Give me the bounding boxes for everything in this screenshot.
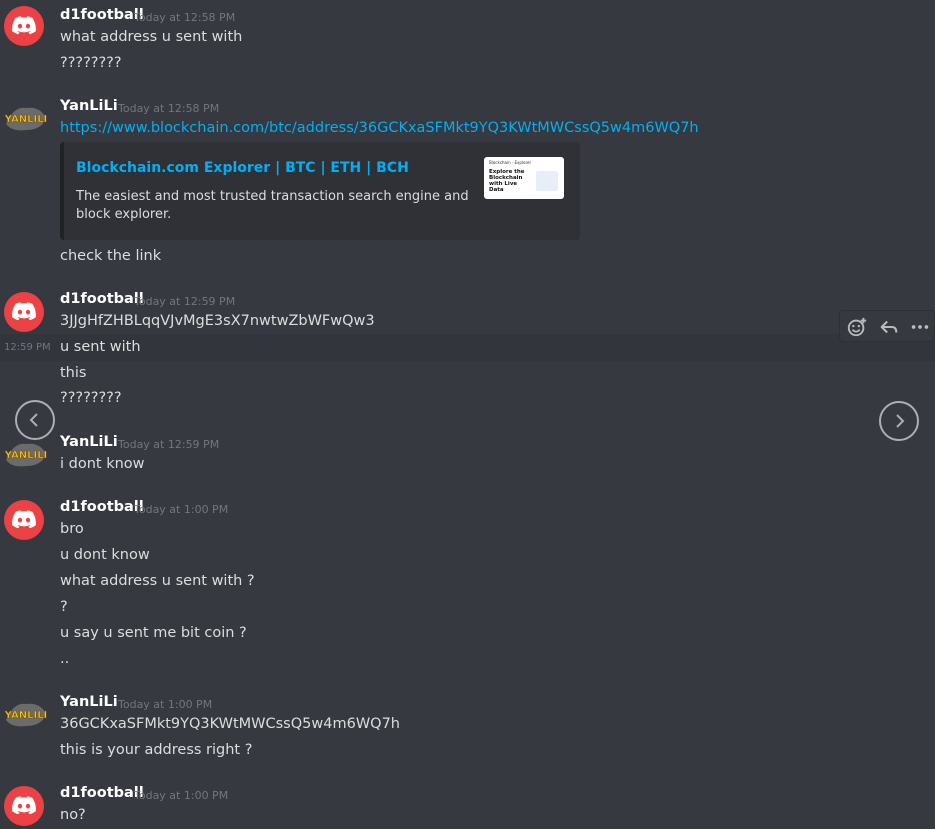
username[interactable]: d1football [60,785,144,801]
message-text: what address u sent with ? [60,573,255,589]
avatar-logo-text: YANLILI [4,710,47,721]
avatar[interactable] [4,6,44,46]
avatar[interactable]: YANLILI [3,100,48,134]
thumbnail-device-graphic [536,171,558,191]
discord-logo-icon [12,796,36,815]
discord-logo-icon [12,302,36,321]
message-text: bro [60,521,84,537]
thumbnail-headline: Explore the Blockchain with Live Data [489,169,525,193]
discord-logo-icon [12,510,36,529]
message-text: no? [60,807,86,823]
avatar[interactable] [4,500,44,540]
yanlili-avatar-image: YANLILI [3,443,48,467]
previous-button[interactable] [15,400,55,440]
username[interactable]: d1football [60,7,144,23]
reply-icon[interactable] [878,316,900,338]
embed-description: The easiest and most trusted transaction… [76,189,469,222]
avatar[interactable] [4,292,44,332]
username[interactable]: YanLiLi [60,694,118,710]
message-link[interactable]: https://www.blockchain.com/btc/address/3… [60,120,699,136]
add-reaction-icon[interactable] [846,316,868,338]
thumbnail-brand: Blockchain · Explorer [489,160,532,165]
message-text: this is your address right ? [60,742,253,758]
chevron-left-icon [29,413,38,427]
message-text: 3JJgHfZHBLqqVJvMgE3sX7nwtwZbWFwQw3 [60,313,375,329]
username[interactable]: YanLiLi [60,434,118,450]
message-timestamp: Today at 12:59 PM [134,295,236,308]
message-timestamp: Today at 12:58 PM [118,102,220,115]
message-timestamp: Today at 1:00 PM [134,503,229,516]
message-text: 36GCKxaSFMkt9YQ3KWtMWCssQ5w4m6WQ7h [60,716,400,732]
message-text: check the link [60,248,162,264]
hover-timestamp: 12:59 PM [4,342,51,353]
embed-thumbnail[interactable]: Blockchain · Explorer Explore the Blockc… [484,157,564,199]
chevron-right-icon [896,414,905,428]
message-text: this [60,365,87,381]
avatar[interactable]: YANLILI [3,436,48,470]
message-text: ? [60,599,68,615]
message-timestamp: Today at 1:00 PM [134,789,229,802]
message-timestamp: Today at 12:58 PM [134,11,236,24]
username[interactable]: YanLiLi [60,98,118,114]
message-text: what address u sent with [60,29,243,45]
message-timestamp: Today at 12:59 PM [118,438,220,451]
avatar-logo-text: YANLILI [4,450,47,461]
message-text: u dont know [60,547,150,563]
message-action-toolbar [839,310,935,342]
message-text: u sent with [60,339,141,355]
username[interactable]: d1football [60,499,144,515]
avatar-logo-text: YANLILI [4,114,47,125]
link-embed: Blockchain.com Explorer | BTC | ETH | BC… [60,142,580,240]
username[interactable]: d1football [60,291,144,307]
message-text: ???????? [60,390,122,406]
message-text: ???????? [60,55,122,71]
embed-title[interactable]: Blockchain.com Explorer | BTC | ETH | BC… [76,160,409,176]
yanlili-avatar-image: YANLILI [3,703,48,727]
avatar[interactable]: YANLILI [3,696,48,730]
more-icon[interactable] [909,316,931,338]
message-text: i dont know [60,456,145,472]
avatar[interactable] [4,786,44,826]
yanlili-avatar-image: YANLILI [3,107,48,131]
next-button[interactable] [879,401,919,441]
message-text: u say u sent me bit coin ? [60,625,247,641]
message-timestamp: Today at 1:00 PM [118,698,213,711]
discord-logo-icon [12,16,36,35]
message-text: .. [60,651,70,667]
